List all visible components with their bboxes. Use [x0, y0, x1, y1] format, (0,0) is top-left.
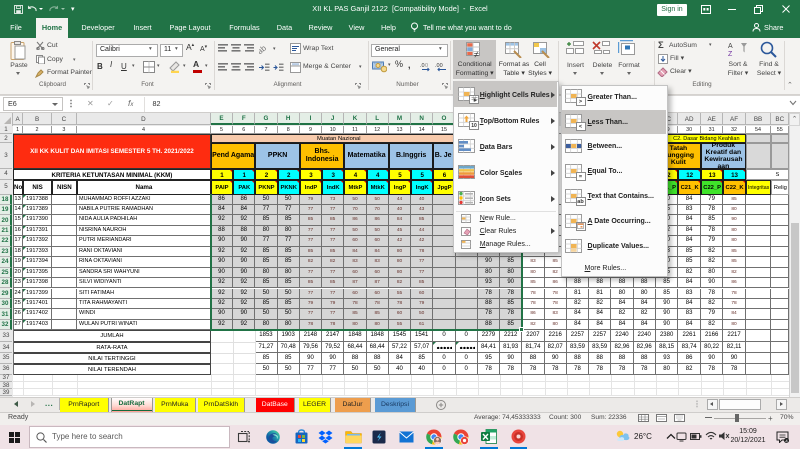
svg-text:ab: ab [259, 44, 268, 54]
svg-text:Z: Z [728, 51, 733, 57]
svg-text:≠: ≠ [474, 50, 479, 59]
svg-text:.0: .0 [420, 63, 425, 69]
svg-text:A: A [728, 43, 733, 50]
